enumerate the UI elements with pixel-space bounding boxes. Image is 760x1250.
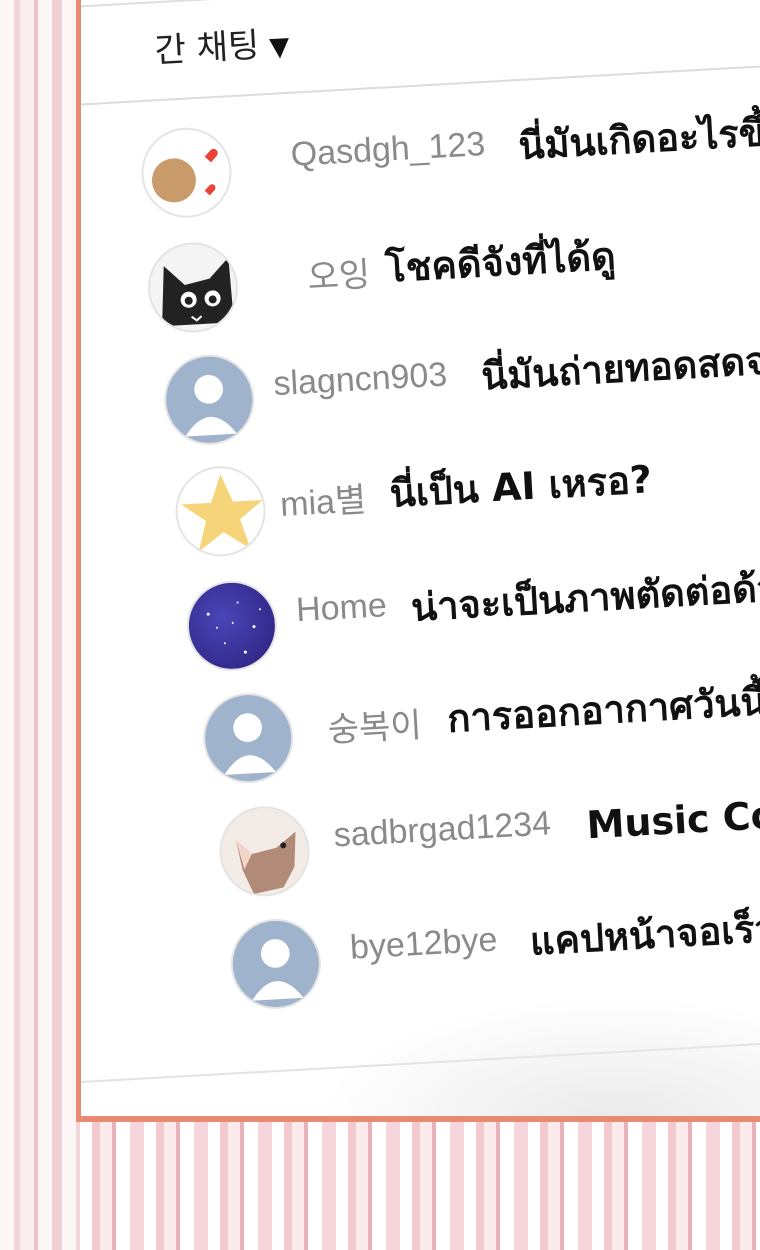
chat-message-text: นี่มันเกิดอะไรขึ้นกันแ [517, 104, 760, 169]
chat-username[interactable]: sadbrgad1234 [333, 804, 552, 855]
chat-window-frame: 간 채팅 ▼ Qasdgh_123 นี่มันเกิดอะไรขึ้นกันแ [76, 0, 760, 1122]
chat-title-label: 간 채팅 [153, 25, 261, 72]
chat-message-text: Music Core ตำ [585, 787, 760, 848]
chat-message-text: การออกอากาศวันนี้คือร [446, 675, 760, 741]
chat-username[interactable]: slagncn903 [272, 355, 448, 404]
striped-background-bottom [80, 1122, 760, 1250]
caret-down-icon[interactable]: ▼ [269, 32, 291, 63]
chat-header[interactable]: 간 채팅 ▼ [81, 0, 760, 112]
chat-message-text: แคปหน้าจอเร็ว [528, 906, 760, 964]
cat-avatar-icon [145, 240, 241, 335]
chat-message-text: โชคดีจังที่ได้ดู [383, 233, 617, 291]
chat-username[interactable]: Qasdgh_123 [290, 125, 487, 175]
chat-message-text: น่าจะเป็นภาพตัดต่อด้วย [409, 564, 760, 630]
default-avatar-icon [161, 352, 257, 448]
chat-title[interactable]: 간 채팅 ▼ [153, 16, 291, 72]
chat-username[interactable]: mia별 [279, 472, 368, 526]
chat-username[interactable]: bye12bye [349, 921, 498, 968]
dog-avatar-icon [217, 803, 312, 899]
default-avatar-icon [200, 690, 296, 786]
star-avatar-icon [173, 463, 268, 559]
chat-message-text: นี่เป็น AI เหรอ? [388, 457, 654, 516]
galaxy-avatar-icon [184, 578, 280, 674]
divider [81, 1029, 760, 1087]
chat-username[interactable]: 숭복이 [326, 697, 423, 751]
chat-message-text: นี่มันถ่ายทอดสดจริง [480, 336, 760, 399]
chat-username[interactable]: Home [295, 586, 388, 630]
default-avatar-icon [228, 916, 324, 1012]
live-chat-panel: 간 채팅 ▼ Qasdgh_123 นี่มันเกิดอะไรขึ้นกันแ [81, 0, 760, 1108]
hearts-avatar-icon [139, 125, 234, 221]
chat-username[interactable]: 오잉 [306, 247, 372, 299]
